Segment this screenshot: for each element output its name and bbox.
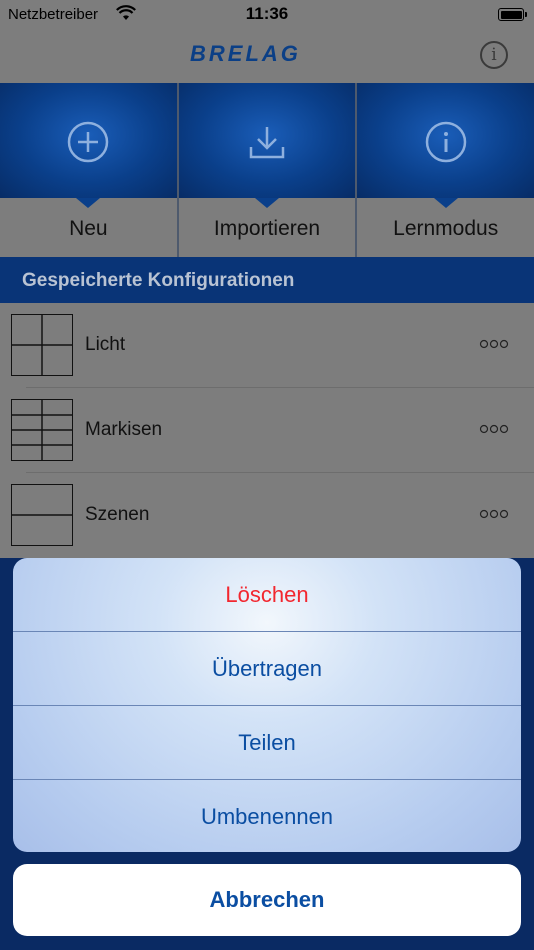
config-row-szenen[interactable]: Szenen	[0, 473, 534, 558]
tile-pointer	[433, 198, 458, 208]
section-header: Gespeicherte Konfigurationen	[0, 257, 534, 303]
ellipsis-circles-icon[interactable]	[479, 424, 509, 434]
info-icon[interactable]: i	[480, 41, 508, 69]
action-tiles: Neu Importieren Lernmodus	[0, 83, 534, 257]
transfer-button[interactable]: Übertragen	[13, 632, 521, 706]
config-name: Markisen	[85, 419, 163, 440]
grid-thumbnail-icon	[11, 399, 73, 461]
nav-bar: BRELAG i	[0, 30, 534, 83]
tile-pointer	[76, 198, 101, 208]
config-row-licht[interactable]: Licht	[0, 303, 534, 388]
cancel-button[interactable]: Abbrechen	[13, 864, 521, 936]
rename-button[interactable]: Umbenennen	[13, 780, 521, 852]
tile-new[interactable]: Neu	[0, 83, 179, 257]
config-name: Szenen	[85, 504, 150, 525]
tile-pointer	[255, 198, 279, 208]
download-icon	[249, 127, 285, 159]
grid-thumbnail-icon	[11, 314, 73, 376]
share-button[interactable]: Teilen	[13, 706, 521, 780]
config-name: Licht	[85, 334, 126, 355]
ellipsis-circles-icon[interactable]	[479, 509, 509, 519]
status-bar: Netzbetreiber 11:36	[0, 0, 534, 30]
status-time: 11:36	[245, 4, 289, 23]
plus-circle-icon	[68, 121, 109, 163]
delete-button[interactable]: Löschen	[13, 558, 521, 632]
tile-import[interactable]: Importieren	[178, 83, 358, 257]
tile-label-import: Importieren	[213, 217, 321, 240]
config-row-markisen[interactable]: Markisen	[0, 388, 534, 473]
brand-logo: BRELAG	[190, 41, 301, 66]
info-circle-icon	[425, 121, 466, 163]
tile-learn-mode[interactable]: Lernmodus	[357, 83, 534, 257]
action-sheet: Löschen Übertragen Teilen Umbenennen	[13, 558, 521, 852]
grid-thumbnail-icon	[11, 484, 73, 546]
battery-icon	[498, 8, 527, 21]
tile-label-new: Neu	[69, 217, 108, 240]
tile-label-learn-mode: Lernmodus	[393, 217, 499, 240]
ellipsis-circles-icon[interactable]	[479, 339, 509, 349]
config-list: Licht Markisen Szenen	[0, 303, 534, 558]
